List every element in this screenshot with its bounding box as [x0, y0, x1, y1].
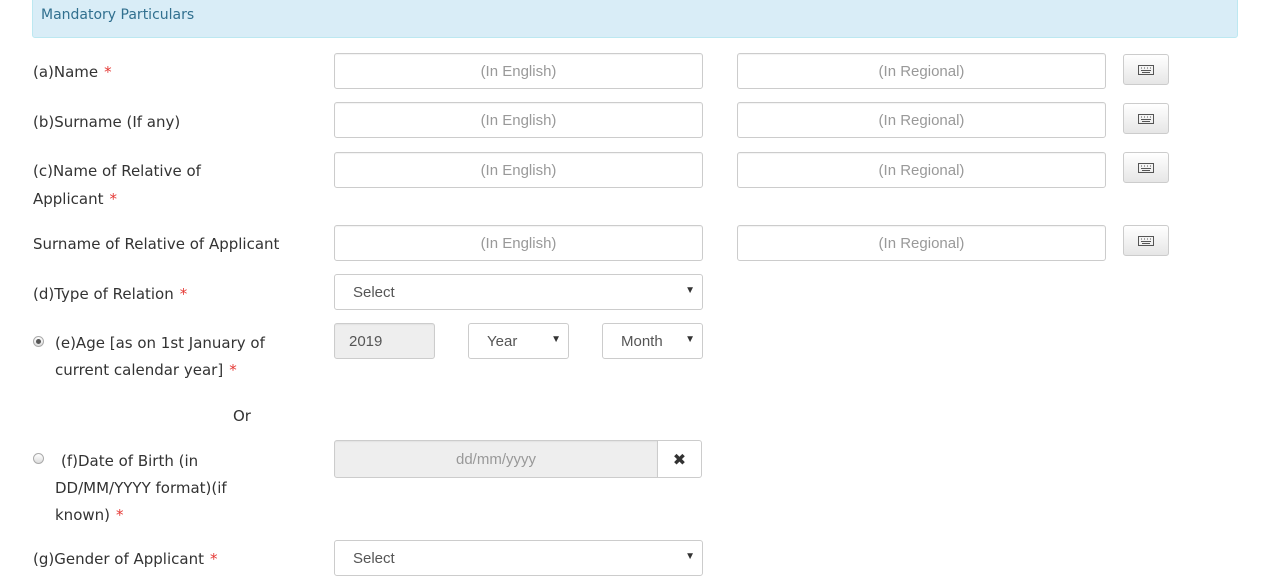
required-mark: * [116, 506, 124, 524]
relative-surname-label: Surname of Relative of Applicant [33, 235, 280, 253]
dob-input[interactable]: dd/mm/yyyy [334, 440, 658, 478]
relation-type-value: Select [353, 284, 395, 301]
required-mark: * [229, 361, 237, 379]
name-keyboard-button[interactable] [1123, 54, 1169, 85]
age-month-select-value: Month [621, 333, 663, 350]
relative-name-label-line1: (c)Name of Relative of [33, 162, 201, 180]
close-icon: ✖ [672, 449, 687, 469]
dob-clear-button[interactable]: ✖ [657, 440, 702, 478]
name-english-input[interactable]: (In English) [334, 53, 703, 89]
relative-name-regional-input[interactable]: (In Regional) [737, 152, 1106, 188]
relative-surname-keyboard-button[interactable] [1123, 225, 1169, 256]
age-label-line2: current calendar year] * [55, 361, 237, 379]
required-mark: * [209, 550, 218, 568]
section-title: Mandatory Particulars [41, 7, 195, 23]
surname-label: (b)Surname (If any) [33, 113, 181, 131]
gender-label: (g)Gender of Applicant * [33, 550, 218, 568]
caret-down-icon: ▼ [685, 551, 695, 562]
required-mark: * [109, 190, 117, 208]
required-mark: * [179, 285, 188, 303]
relative-name-label-line2: Applicant * [33, 190, 117, 208]
keyboard-icon [1138, 162, 1154, 173]
required-mark: * [104, 63, 112, 81]
gender-select[interactable]: Select ▼ [334, 540, 703, 576]
surname-keyboard-button[interactable] [1123, 103, 1169, 134]
keyboard-icon [1138, 64, 1154, 75]
keyboard-icon [1138, 235, 1154, 246]
age-label-line1: (e)Age [as on 1st January of [55, 334, 265, 352]
relative-surname-english-input[interactable]: (In English) [334, 225, 703, 261]
caret-down-icon: ▼ [685, 285, 695, 296]
surname-english-input[interactable]: (In English) [334, 102, 703, 138]
relative-surname-regional-input[interactable]: (In Regional) [737, 225, 1106, 261]
name-regional-input[interactable]: (In Regional) [737, 53, 1106, 89]
relative-name-keyboard-button[interactable] [1123, 152, 1169, 183]
dob-label-line2: DD/MM/YYYY format)(if [55, 479, 227, 497]
age-year-value-field: 2019 [334, 323, 435, 359]
relative-name-english-input[interactable]: (In English) [334, 152, 703, 188]
keyboard-icon [1138, 113, 1154, 124]
age-year-select[interactable]: Year ▼ [468, 323, 569, 359]
section-header: Mandatory Particulars [32, 0, 1238, 38]
gender-value: Select [353, 550, 395, 567]
caret-down-icon: ▼ [551, 334, 561, 345]
age-year-select-value: Year [487, 333, 518, 350]
age-radio[interactable] [33, 336, 44, 347]
relation-type-label: (d)Type of Relation * [33, 285, 188, 303]
surname-regional-input[interactable]: (In Regional) [737, 102, 1106, 138]
or-separator: Or [233, 407, 251, 425]
name-label: (a)Name * [33, 63, 112, 81]
dob-label-line3: known) * [55, 506, 124, 524]
relation-type-select[interactable]: Select ▼ [334, 274, 703, 310]
dob-radio[interactable] [33, 453, 44, 464]
dob-label-line1: (f)Date of Birth (in [61, 452, 199, 470]
caret-down-icon: ▼ [685, 334, 695, 345]
age-month-select[interactable]: Month ▼ [602, 323, 703, 359]
